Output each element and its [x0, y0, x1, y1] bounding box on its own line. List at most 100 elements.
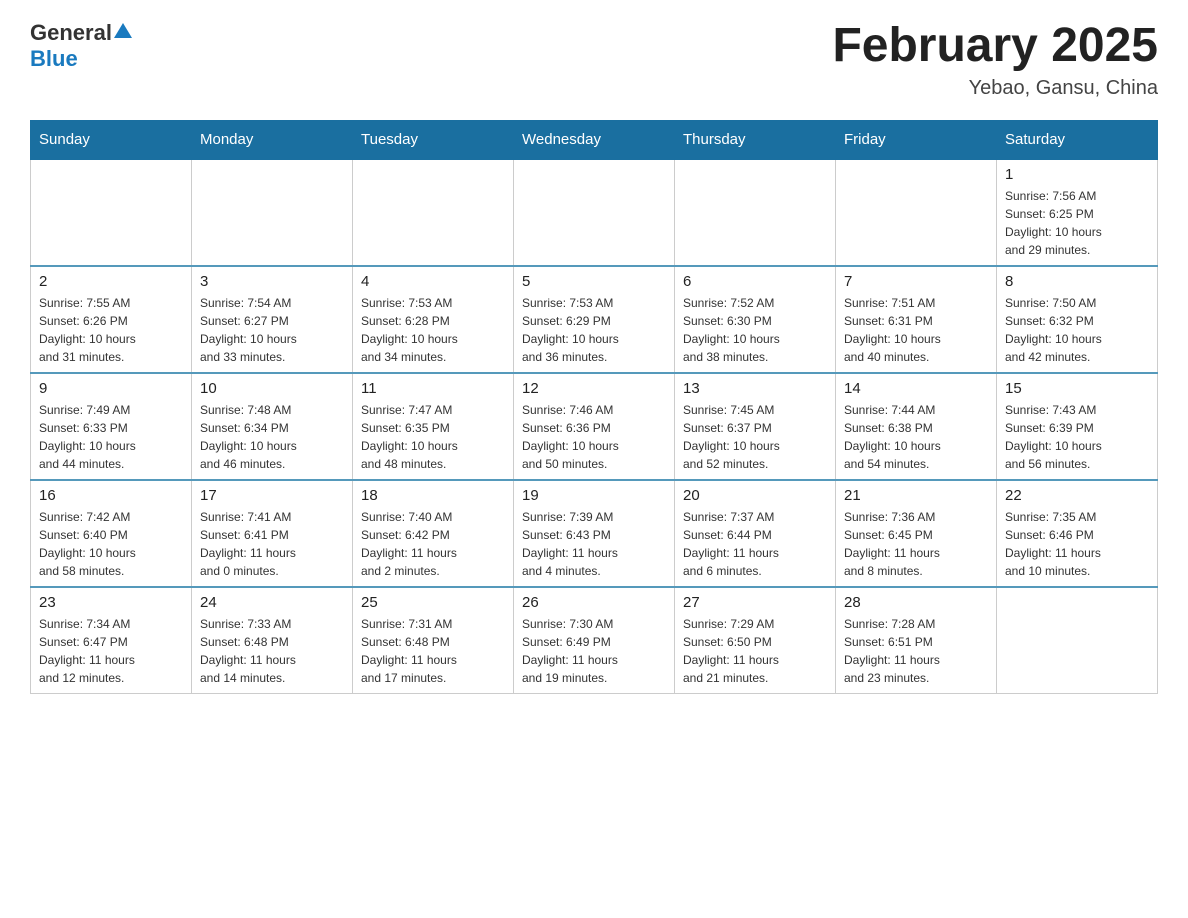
calendar-week-row: 16 Sunrise: 7:42 AM Sunset: 6:40 PM Dayli… — [31, 480, 1158, 587]
day-number: 1 — [1005, 166, 1149, 183]
day-info: Sunrise: 7:33 AM Sunset: 6:48 PM Dayligh… — [200, 615, 344, 687]
page-header: General Blue February 2025 Yebao, Gansu,… — [30, 20, 1158, 100]
logo: General Blue — [30, 20, 132, 72]
day-info: Sunrise: 7:39 AM Sunset: 6:43 PM Dayligh… — [522, 508, 666, 580]
calendar-week-row: 9Sunrise: 7:49 AM Sunset: 6:33 PM Daylig… — [31, 373, 1158, 480]
day-number: 20 — [683, 487, 827, 504]
day-number: 26 — [522, 594, 666, 611]
day-info: Sunrise: 7:51 AM Sunset: 6:31 PM Dayligh… — [844, 294, 988, 366]
day-info: Sunrise: 7:41 AM Sunset: 6:41 PM Dayligh… — [200, 508, 344, 580]
calendar-cell: 15 Sunrise: 7:43 AM Sunset: 6:39 PM Dayli… — [997, 373, 1158, 480]
calendar-cell: 19 Sunrise: 7:39 AM Sunset: 6:43 PM Dayli… — [514, 480, 675, 587]
calendar-cell: 14 Sunrise: 7:44 AM Sunset: 6:38 PM Dayli… — [836, 373, 997, 480]
calendar-cell: 16 Sunrise: 7:42 AM Sunset: 6:40 PM Dayli… — [31, 480, 192, 587]
day-number: 21 — [844, 487, 988, 504]
day-info: Sunrise: 7:31 AM Sunset: 6:48 PM Dayligh… — [361, 615, 505, 687]
calendar-cell: 10 Sunrise: 7:48 AM Sunset: 6:34 PM Dayli… — [192, 373, 353, 480]
day-number: 15 — [1005, 380, 1149, 397]
calendar-cell: 26 Sunrise: 7:30 AM Sunset: 6:49 PM Dayli… — [514, 587, 675, 694]
calendar-cell — [997, 587, 1158, 694]
calendar-table: SundayMondayTuesdayWednesdayThursdayFrid… — [30, 120, 1158, 694]
day-number: 17 — [200, 487, 344, 504]
calendar-week-row: 1 Sunrise: 7:56 AM Sunset: 6:25 PM Daylig… — [31, 159, 1158, 266]
calendar-week-row: 23 Sunrise: 7:34 AM Sunset: 6:47 PM Dayli… — [31, 587, 1158, 694]
calendar-cell: 6 Sunrise: 7:52 AM Sunset: 6:30 PM Daylig… — [675, 266, 836, 373]
calendar-cell — [192, 159, 353, 266]
day-number: 18 — [361, 487, 505, 504]
calendar-header-monday: Monday — [192, 120, 353, 159]
calendar-cell: 25 Sunrise: 7:31 AM Sunset: 6:48 PM Dayli… — [353, 587, 514, 694]
calendar-header-wednesday: Wednesday — [514, 120, 675, 159]
calendar-cell: 1 Sunrise: 7:56 AM Sunset: 6:25 PM Daylig… — [997, 159, 1158, 266]
calendar-cell: 17 Sunrise: 7:41 AM Sunset: 6:41 PM Dayli… — [192, 480, 353, 587]
calendar-cell: 21Sunrise: 7:36 AM Sunset: 6:45 PM Dayli… — [836, 480, 997, 587]
day-info: Sunrise: 7:42 AM Sunset: 6:40 PM Dayligh… — [39, 508, 183, 580]
day-number: 14 — [844, 380, 988, 397]
calendar-cell: 4 Sunrise: 7:53 AM Sunset: 6:28 PM Daylig… — [353, 266, 514, 373]
day-number: 25 — [361, 594, 505, 611]
calendar-cell: 28 Sunrise: 7:28 AM Sunset: 6:51 PM Dayli… — [836, 587, 997, 694]
calendar-cell: 11 Sunrise: 7:47 AM Sunset: 6:35 PM Dayli… — [353, 373, 514, 480]
day-number: 7 — [844, 273, 988, 290]
day-number: 22 — [1005, 487, 1149, 504]
calendar-header-tuesday: Tuesday — [353, 120, 514, 159]
day-info: Sunrise: 7:29 AM Sunset: 6:50 PM Dayligh… — [683, 615, 827, 687]
day-number: 13 — [683, 380, 827, 397]
calendar-cell: 20Sunrise: 7:37 AM Sunset: 6:44 PM Dayli… — [675, 480, 836, 587]
day-number: 28 — [844, 594, 988, 611]
month-title: February 2025 — [832, 20, 1158, 73]
logo-blue-text: Blue — [30, 46, 78, 71]
day-info: Sunrise: 7:47 AM Sunset: 6:35 PM Dayligh… — [361, 401, 505, 473]
calendar-cell: 7 Sunrise: 7:51 AM Sunset: 6:31 PM Daylig… — [836, 266, 997, 373]
day-info: Sunrise: 7:48 AM Sunset: 6:34 PM Dayligh… — [200, 401, 344, 473]
calendar-cell: 12Sunrise: 7:46 AM Sunset: 6:36 PM Dayli… — [514, 373, 675, 480]
day-info: Sunrise: 7:45 AM Sunset: 6:37 PM Dayligh… — [683, 401, 827, 473]
logo-triangle-icon — [114, 23, 132, 38]
calendar-header-sunday: Sunday — [31, 120, 192, 159]
day-number: 16 — [39, 487, 183, 504]
day-info: Sunrise: 7:43 AM Sunset: 6:39 PM Dayligh… — [1005, 401, 1149, 473]
day-info: Sunrise: 7:34 AM Sunset: 6:47 PM Dayligh… — [39, 615, 183, 687]
calendar-cell: 5 Sunrise: 7:53 AM Sunset: 6:29 PM Daylig… — [514, 266, 675, 373]
calendar-cell — [514, 159, 675, 266]
day-number: 2 — [39, 273, 183, 290]
day-info: Sunrise: 7:28 AM Sunset: 6:51 PM Dayligh… — [844, 615, 988, 687]
day-info: Sunrise: 7:53 AM Sunset: 6:28 PM Dayligh… — [361, 294, 505, 366]
calendar-header-row: SundayMondayTuesdayWednesdayThursdayFrid… — [31, 120, 1158, 159]
location-title: Yebao, Gansu, China — [832, 77, 1158, 100]
calendar-week-row: 2 Sunrise: 7:55 AM Sunset: 6:26 PM Daylig… — [31, 266, 1158, 373]
calendar-cell — [31, 159, 192, 266]
day-number: 11 — [361, 380, 505, 397]
day-info: Sunrise: 7:49 AM Sunset: 6:33 PM Dayligh… — [39, 401, 183, 473]
calendar-cell: 18Sunrise: 7:40 AM Sunset: 6:42 PM Dayli… — [353, 480, 514, 587]
calendar-cell — [836, 159, 997, 266]
day-number: 23 — [39, 594, 183, 611]
day-number: 5 — [522, 273, 666, 290]
day-number: 8 — [1005, 273, 1149, 290]
calendar-cell: 13 Sunrise: 7:45 AM Sunset: 6:37 PM Dayli… — [675, 373, 836, 480]
calendar-cell: 9Sunrise: 7:49 AM Sunset: 6:33 PM Daylig… — [31, 373, 192, 480]
calendar-cell: 22 Sunrise: 7:35 AM Sunset: 6:46 PM Dayli… — [997, 480, 1158, 587]
calendar-cell: 24 Sunrise: 7:33 AM Sunset: 6:48 PM Dayli… — [192, 587, 353, 694]
day-number: 10 — [200, 380, 344, 397]
calendar-cell: 3Sunrise: 7:54 AM Sunset: 6:27 PM Daylig… — [192, 266, 353, 373]
day-info: Sunrise: 7:35 AM Sunset: 6:46 PM Dayligh… — [1005, 508, 1149, 580]
calendar-cell: 8Sunrise: 7:50 AM Sunset: 6:32 PM Daylig… — [997, 266, 1158, 373]
day-number: 6 — [683, 273, 827, 290]
day-info: Sunrise: 7:56 AM Sunset: 6:25 PM Dayligh… — [1005, 187, 1149, 259]
calendar-cell — [353, 159, 514, 266]
day-number: 4 — [361, 273, 505, 290]
day-number: 3 — [200, 273, 344, 290]
calendar-cell — [675, 159, 836, 266]
calendar-cell: 2 Sunrise: 7:55 AM Sunset: 6:26 PM Daylig… — [31, 266, 192, 373]
day-info: Sunrise: 7:30 AM Sunset: 6:49 PM Dayligh… — [522, 615, 666, 687]
day-number: 24 — [200, 594, 344, 611]
calendar-cell: 23 Sunrise: 7:34 AM Sunset: 6:47 PM Dayli… — [31, 587, 192, 694]
title-section: February 2025 Yebao, Gansu, China — [832, 20, 1158, 100]
logo-general-text: General — [30, 20, 112, 46]
day-info: Sunrise: 7:53 AM Sunset: 6:29 PM Dayligh… — [522, 294, 666, 366]
day-number: 19 — [522, 487, 666, 504]
day-info: Sunrise: 7:55 AM Sunset: 6:26 PM Dayligh… — [39, 294, 183, 366]
day-info: Sunrise: 7:52 AM Sunset: 6:30 PM Dayligh… — [683, 294, 827, 366]
day-info: Sunrise: 7:44 AM Sunset: 6:38 PM Dayligh… — [844, 401, 988, 473]
